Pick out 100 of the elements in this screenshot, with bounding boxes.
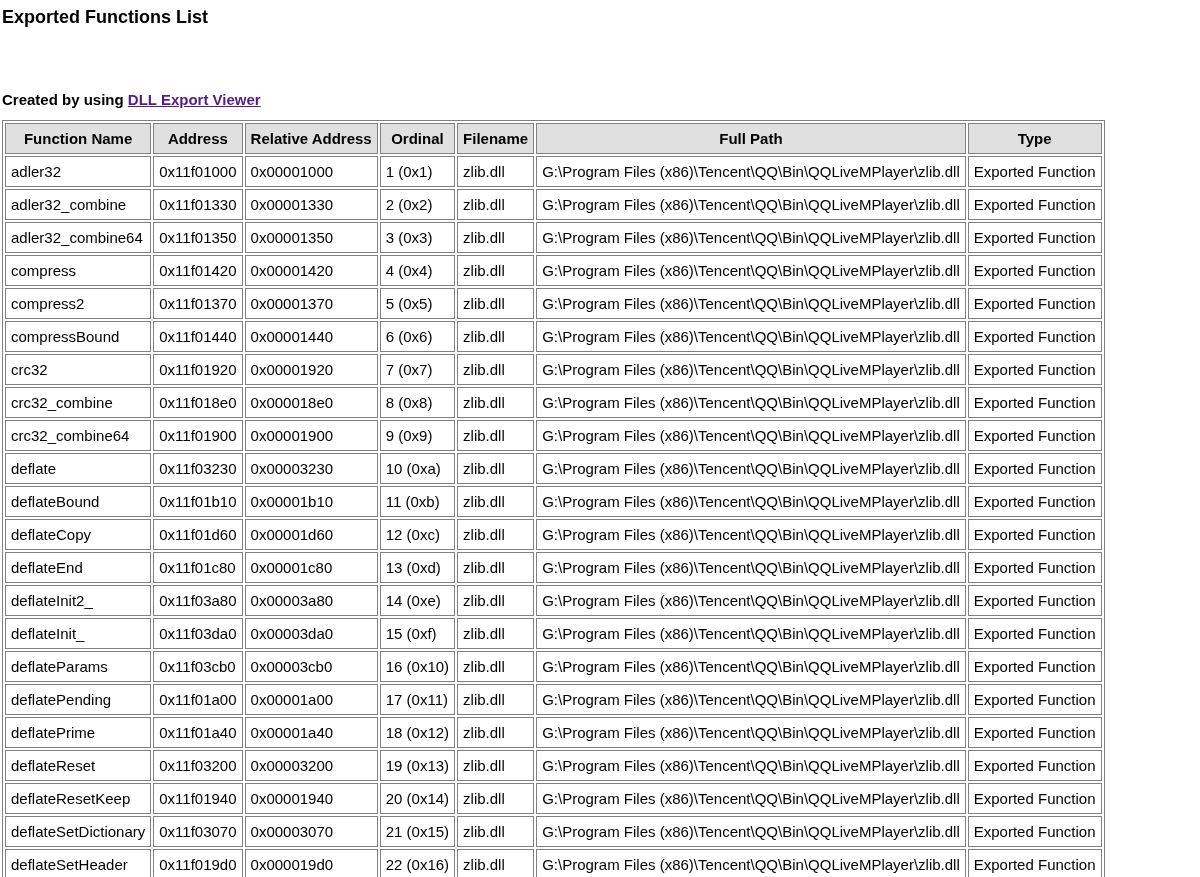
- table-cell: 0x00001900: [244, 420, 378, 451]
- table-cell: Exported Function: [967, 420, 1102, 451]
- table-cell: 0x00003070: [244, 816, 378, 847]
- table-cell: G:\Program Files (x86)\Tencent\QQ\Bin\QQLiveMPlayer\zlib.dll: [536, 519, 966, 550]
- table-cell: Exported Function: [967, 684, 1102, 715]
- table-cell: G:\Program Files (x86)\Tencent\QQ\Bin\QQLiveMPlayer\zlib.dll: [536, 387, 966, 418]
- table-cell: 0x11f01900: [153, 420, 243, 451]
- table-cell: adler32_combine: [5, 189, 152, 220]
- table-cell: Exported Function: [967, 618, 1102, 649]
- table-cell: 5 (0x5): [379, 288, 456, 319]
- table-cell: G:\Program Files (x86)\Tencent\QQ\Bin\QQLiveMPlayer\zlib.dll: [536, 189, 966, 220]
- table-cell: zlib.dll: [457, 453, 535, 484]
- table-cell: Exported Function: [967, 354, 1102, 385]
- table-cell: deflatePending: [5, 684, 152, 715]
- table-cell: G:\Program Files (x86)\Tencent\QQ\Bin\QQLiveMPlayer\zlib.dll: [536, 354, 966, 385]
- table-cell: 0x11f03070: [153, 816, 243, 847]
- table-cell: 0x00001d60: [244, 519, 378, 550]
- table-cell: adler32: [5, 156, 152, 187]
- table-cell: deflateSetDictionary: [5, 816, 152, 847]
- table-cell: deflateInit2_: [5, 585, 152, 616]
- column-header: Full Path: [536, 123, 966, 154]
- table-cell: G:\Program Files (x86)\Tencent\QQ\Bin\QQLiveMPlayer\zlib.dll: [536, 321, 966, 352]
- table-cell: zlib.dll: [457, 156, 535, 187]
- table-cell: zlib.dll: [457, 585, 535, 616]
- table-cell: 0x000019d0: [244, 849, 378, 877]
- table-cell: 0x11f01b10: [153, 486, 243, 517]
- table-cell: 6 (0x6): [379, 321, 456, 352]
- table-cell: G:\Program Files (x86)\Tencent\QQ\Bin\QQLiveMPlayer\zlib.dll: [536, 651, 966, 682]
- table-cell: deflate: [5, 453, 152, 484]
- table-cell: 19 (0x13): [379, 750, 456, 781]
- table-cell: 0x00001920: [244, 354, 378, 385]
- table-cell: 7 (0x7): [379, 354, 456, 385]
- column-header: Ordinal: [379, 123, 456, 154]
- table-cell: zlib.dll: [457, 750, 535, 781]
- table-cell: 0x00001b10: [244, 486, 378, 517]
- table-cell: 0x00003230: [244, 453, 378, 484]
- table-cell: G:\Program Files (x86)\Tencent\QQ\Bin\QQLiveMPlayer\zlib.dll: [536, 552, 966, 583]
- table-cell: zlib.dll: [457, 618, 535, 649]
- table-cell: 15 (0xf): [379, 618, 456, 649]
- table-cell: Exported Function: [967, 717, 1102, 748]
- table-cell: 0x00003a80: [244, 585, 378, 616]
- table-cell: 0x00001a00: [244, 684, 378, 715]
- table-cell: 22 (0x16): [379, 849, 456, 877]
- table-cell: 4 (0x4): [379, 255, 456, 286]
- table-cell: 0x00001000: [244, 156, 378, 187]
- table-cell: G:\Program Files (x86)\Tencent\QQ\Bin\QQLiveMPlayer\zlib.dll: [536, 585, 966, 616]
- table-cell: 9 (0x9): [379, 420, 456, 451]
- table-cell: zlib.dll: [457, 189, 535, 220]
- table-cell: Exported Function: [967, 750, 1102, 781]
- dll-export-viewer-link[interactable]: DLL Export Viewer: [127, 91, 261, 108]
- table-cell: Exported Function: [967, 453, 1102, 484]
- table-cell: zlib.dll: [457, 288, 535, 319]
- table-cell: deflateCopy: [5, 519, 152, 550]
- table-cell: zlib.dll: [457, 651, 535, 682]
- table-cell: 0x00001c80: [244, 552, 378, 583]
- page-title: Exported Functions List: [1, 6, 209, 28]
- table-cell: 0x11f03cb0: [153, 651, 243, 682]
- table-cell: G:\Program Files (x86)\Tencent\QQ\Bin\QQLiveMPlayer\zlib.dll: [536, 783, 966, 814]
- table-cell: 0x11f01000: [153, 156, 243, 187]
- table-cell: G:\Program Files (x86)\Tencent\QQ\Bin\QQLiveMPlayer\zlib.dll: [536, 486, 966, 517]
- table-cell: zlib.dll: [457, 354, 535, 385]
- table-cell: deflateReset: [5, 750, 152, 781]
- table-cell: zlib.dll: [457, 783, 535, 814]
- table-cell: 0x11f01370: [153, 288, 243, 319]
- table-cell: G:\Program Files (x86)\Tencent\QQ\Bin\QQLiveMPlayer\zlib.dll: [536, 222, 966, 253]
- table-cell: 0x11f01a40: [153, 717, 243, 748]
- table-cell: 1 (0x1): [379, 156, 456, 187]
- table-cell: deflateSetHeader: [5, 849, 152, 877]
- table-cell: 18 (0x12): [379, 717, 456, 748]
- table-cell: 0x11f01d60: [153, 519, 243, 550]
- table-cell: 0x11f01920: [153, 354, 243, 385]
- table-cell: zlib.dll: [457, 255, 535, 286]
- table-cell: zlib.dll: [457, 387, 535, 418]
- table-cell: Exported Function: [967, 288, 1102, 319]
- table-cell: G:\Program Files (x86)\Tencent\QQ\Bin\QQLiveMPlayer\zlib.dll: [536, 156, 966, 187]
- table-cell: 0x00001940: [244, 783, 378, 814]
- table-cell: zlib.dll: [457, 519, 535, 550]
- table-cell: deflateResetKeep: [5, 783, 152, 814]
- table-cell: zlib.dll: [457, 222, 535, 253]
- table-cell: 0x000018e0: [244, 387, 378, 418]
- table-cell: Exported Function: [967, 816, 1102, 847]
- table-cell: 0x11f03200: [153, 750, 243, 781]
- column-header: Function Name: [5, 123, 152, 154]
- table-cell: 17 (0x11): [379, 684, 456, 715]
- table-cell: 21 (0x15): [379, 816, 456, 847]
- table-cell: 0x11f03da0: [153, 618, 243, 649]
- table-cell: 12 (0xc): [379, 519, 456, 550]
- table-cell: zlib.dll: [457, 849, 535, 877]
- table-cell: 0x11f019d0: [153, 849, 243, 877]
- table-cell: G:\Program Files (x86)\Tencent\QQ\Bin\QQLiveMPlayer\zlib.dll: [536, 453, 966, 484]
- table-cell: crc32_combine64: [5, 420, 152, 451]
- table-cell: 0x00003200: [244, 750, 378, 781]
- table-cell: Exported Function: [967, 156, 1102, 187]
- table-cell: zlib.dll: [457, 717, 535, 748]
- table-cell: G:\Program Files (x86)\Tencent\QQ\Bin\QQLiveMPlayer\zlib.dll: [536, 288, 966, 319]
- table-cell: 0x11f01420: [153, 255, 243, 286]
- table-cell: deflateBound: [5, 486, 152, 517]
- table-cell: 0x11f03a80: [153, 585, 243, 616]
- table-cell: 8 (0x8): [379, 387, 456, 418]
- table-cell: 0x11f01330: [153, 189, 243, 220]
